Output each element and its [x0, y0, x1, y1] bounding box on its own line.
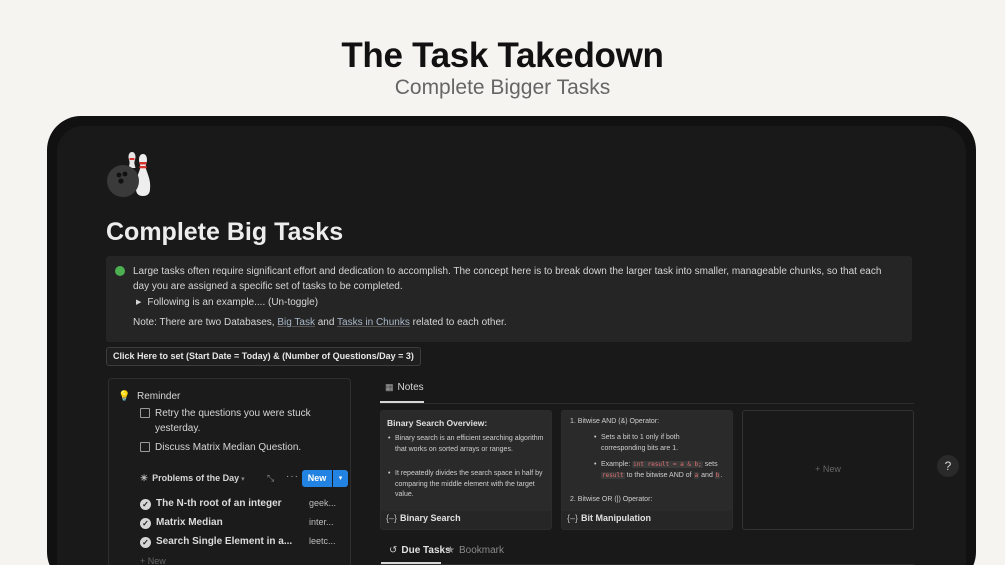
sun-icon: ☀ [140, 473, 149, 483]
note-prefix: Note: There are two Databases, [133, 317, 275, 328]
card-bullet: It repeatedly divides the search space i… [388, 469, 545, 501]
note-and: and [317, 317, 335, 328]
todo-text: Discuss Matrix Median Question. [155, 442, 302, 453]
problem-site: inter... [309, 517, 334, 527]
problem-row[interactable]: ✓ Search Single Element in a... leetc... [140, 536, 350, 552]
expand-icon[interactable]: ⤡ [267, 473, 274, 484]
note-suffix: related to each other. [412, 317, 507, 328]
more-icon[interactable]: ··· [286, 471, 299, 482]
page-title: Complete Big Tasks [106, 218, 344, 246]
intro-callout: Large tasks often require significant ef… [106, 256, 912, 342]
example-text: and [701, 471, 713, 479]
card-preview: 1. Bitwise AND (&) Operator: Sets a bit … [562, 411, 732, 511]
chevron-down-icon: ▾ [241, 476, 245, 483]
add-problem-button[interactable]: + New [140, 556, 166, 565]
checkbox[interactable] [140, 442, 150, 452]
divider [380, 403, 914, 404]
check-circle-icon: ✓ [140, 518, 151, 529]
problems-view-label: Problems of the Day [152, 473, 240, 483]
new-note-card[interactable]: + New [742, 410, 914, 530]
problem-name[interactable]: Matrix Median [156, 517, 223, 528]
big-task-link[interactable]: Big Task [277, 317, 315, 328]
star-icon: ★ [446, 545, 455, 556]
lightbulb-icon: 💡 [118, 391, 131, 402]
reminder-heading: 💡 Reminder [118, 391, 180, 402]
inline-code: a [693, 471, 700, 479]
problems-view-bar: ☀ Problems of the Day ▾ ⤡ ··· New ▾ [140, 470, 348, 488]
reminder-title: Reminder [137, 391, 181, 402]
card-title: {–} Bit Manipulation [567, 513, 651, 523]
problem-row[interactable]: ✓ The N-th root of an integer geek... [140, 498, 350, 514]
bowling-icon[interactable] [105, 148, 157, 200]
todo-item[interactable]: Retry the questions you were stuck yeste… [140, 406, 315, 436]
device-frame: Complete Big Tasks Large tasks often req… [47, 116, 976, 565]
tasks-in-chunks-link[interactable]: Tasks in Chunks [337, 317, 410, 328]
card-title: {–} Binary Search [386, 513, 461, 523]
set-start-date-button[interactable]: Click Here to set (Start Date = Today) &… [106, 347, 421, 366]
card-bullet: Binary search is an efficient searching … [388, 434, 545, 455]
help-button[interactable]: ? [937, 455, 959, 477]
problem-site: leetc... [309, 536, 336, 546]
todo-text: Retry the questions you were stuck yeste… [155, 408, 311, 434]
bookmark-tab-label: Bookmark [458, 545, 504, 556]
green-circle-icon [115, 266, 125, 276]
toggle-label: Following is an example.... (Un-toggle) [147, 297, 319, 308]
reminder-panel: 💡 Reminder Retry the questions you were s… [108, 378, 351, 565]
card-bullet: Sets a bit to 1 only if both correspondi… [594, 433, 711, 454]
hero-subtitle: Complete Bigger Tasks [394, 76, 611, 99]
card-preview: Binary Search Overview: Binary search is… [381, 411, 551, 511]
due-tab-label: Due Tasks [401, 545, 451, 556]
new-dropdown-chevron-icon[interactable]: ▾ [333, 470, 348, 487]
problem-site: geek... [309, 498, 337, 508]
problem-name[interactable]: Search Single Element in a... [156, 536, 292, 547]
inline-code: result [601, 471, 625, 479]
card-list-item: 2. Bitwise OR (|) Operator: [570, 496, 653, 503]
example-toggle[interactable]: ▶ Following is an example.... (Un-toggle) [136, 297, 318, 308]
card-list-item: 1. Bitwise AND (&) Operator: [570, 418, 660, 425]
problem-row[interactable]: ✓ Matrix Median inter... [140, 517, 350, 533]
toggle-triangle-icon[interactable]: ▶ [136, 298, 141, 306]
check-circle-icon: ✓ [140, 499, 151, 510]
example-text: . [720, 471, 723, 479]
checkbox[interactable] [140, 408, 150, 418]
new-problem-button[interactable]: New [302, 470, 332, 487]
note-card-binary-search[interactable]: Binary Search Overview: Binary search is… [380, 410, 552, 530]
todo-item[interactable]: Discuss Matrix Median Question. [140, 440, 315, 455]
notion-page: Complete Big Tasks Large tasks often req… [57, 126, 966, 565]
card-bullet: Example: int result = a & b; sets result… [594, 460, 729, 481]
tab-notes[interactable]: ▦ Notes [385, 382, 424, 393]
check-circle-icon: ✓ [140, 537, 151, 548]
new-note-label[interactable]: + New [743, 464, 913, 474]
tab-bookmark[interactable]: ★ Bookmark [446, 545, 504, 556]
history-icon: ↺ [389, 545, 398, 556]
example-text: sets [704, 461, 718, 468]
problems-view-tab[interactable]: ☀ Problems of the Day ▾ [140, 473, 245, 484]
card-title-text: Bit Manipulation [581, 513, 652, 523]
notes-tab-label: Notes [397, 382, 424, 393]
problem-name[interactable]: The N-th root of an integer [156, 498, 282, 509]
hero-title: The Task Takedown [341, 36, 664, 75]
inline-code: int result = a & b; [632, 461, 703, 468]
code-braces-icon: {–} [567, 513, 579, 523]
example-text: to the bitwise AND of [626, 471, 692, 479]
card-heading: Binary Search Overview: [387, 418, 488, 428]
databases-note: Note: There are two Databases, Big Task … [133, 317, 507, 328]
card-title-text: Binary Search [400, 513, 461, 523]
callout-text: Large tasks often require significant ef… [133, 266, 882, 292]
gallery-icon: ▦ [385, 382, 394, 392]
tab-due-tasks[interactable]: ↺ Due Tasks [389, 545, 451, 556]
example-label: Example: [601, 461, 631, 468]
code-braces-icon: {–} [386, 513, 398, 523]
note-card-bit-manipulation[interactable]: 1. Bitwise AND (&) Operator: Sets a bit … [561, 410, 733, 530]
